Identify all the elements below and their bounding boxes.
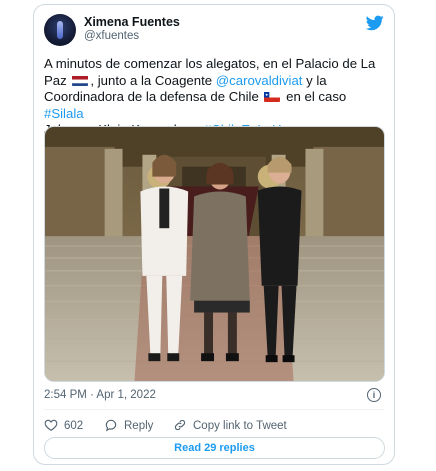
tweet-photo[interactable] (44, 126, 385, 382)
info-icon[interactable]: i (367, 388, 381, 402)
reply-label: Reply (124, 420, 154, 432)
tweet-text-part: , junto a la Coagente (90, 72, 216, 88)
avatar[interactable] (44, 14, 76, 46)
like-count: 602 (64, 420, 84, 432)
netherlands-flag-icon (72, 75, 89, 86)
divider (44, 409, 384, 410)
like-button[interactable]: 602 (44, 418, 83, 432)
reply-button[interactable]: Reply (104, 418, 153, 432)
copy-link-label: Copy link to Tweet (193, 420, 287, 432)
heart-icon (44, 419, 58, 431)
chile-flag-icon (264, 91, 281, 102)
twitter-bird-icon[interactable] (366, 15, 384, 31)
link-icon (174, 419, 186, 431)
hashtag-link[interactable]: #Silala (44, 106, 84, 121)
tweet-timestamp[interactable]: 2:54 PM · Apr 1, 2022 (44, 389, 156, 401)
author-handle[interactable]: @xfuentes (84, 30, 139, 42)
read-replies-button[interactable]: Read 29 replies (44, 437, 385, 459)
reply-icon (105, 419, 117, 432)
tweet-text-part: en el caso (282, 89, 347, 104)
author-name[interactable]: Ximena Fuentes (84, 15, 180, 29)
tweet-card: Ximena Fuentes @xfuentes A minutos de co… (33, 4, 395, 465)
copy-link-button[interactable]: Copy link to Tweet (173, 418, 287, 432)
mention-link[interactable]: @carovaldiviat (216, 73, 303, 88)
